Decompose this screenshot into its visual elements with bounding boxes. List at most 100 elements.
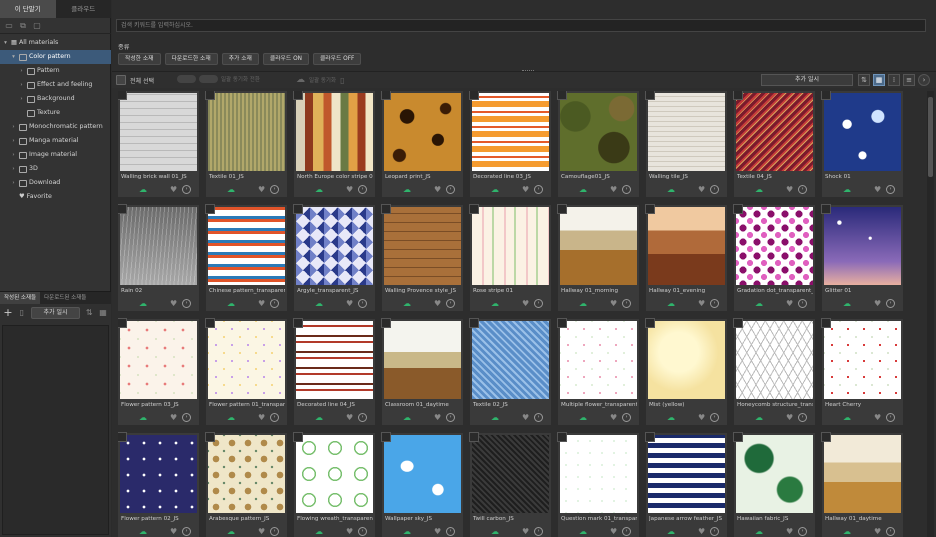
search-input[interactable]: 검색 키워드를 입력하십시오. [116, 19, 926, 32]
filter-downloaded-button[interactable]: 다운로드한 소재 [164, 53, 218, 65]
heart-icon[interactable]: ♥ [786, 185, 793, 194]
scrollbar-thumb[interactable] [928, 97, 933, 177]
cloud-download-icon[interactable]: ☁ [315, 299, 323, 308]
heart-icon[interactable]: ♥ [522, 413, 529, 422]
select-checkbox[interactable] [293, 204, 303, 214]
cloud-download-icon[interactable]: ☁ [315, 185, 323, 194]
select-checkbox[interactable] [293, 318, 303, 328]
chevron-down-icon[interactable]: ▾ [2, 36, 9, 50]
heart-icon[interactable]: ♥ [786, 527, 793, 536]
cloud-download-icon[interactable]: ☁ [579, 185, 587, 194]
chevron-right-icon[interactable]: › [18, 64, 25, 78]
material-card[interactable]: Japanese arrow feather_JS ☁ ♥ › [645, 432, 727, 537]
chevron-right-icon[interactable]: › [10, 176, 17, 190]
more-icon[interactable]: › [270, 299, 279, 308]
tree-item[interactable]: ▾ Color pattern [0, 50, 111, 64]
material-thumbnail[interactable] [824, 321, 901, 399]
chevron-right-icon[interactable]: › [10, 134, 17, 148]
cloud-download-icon[interactable]: ☁ [755, 185, 763, 194]
material-card[interactable]: Walling Provence style_JS ☁ ♥ › [381, 204, 463, 311]
tree-item[interactable]: › Background [0, 92, 111, 106]
material-card[interactable]: Chinese pattern_transparent_JS ☁ ♥ › [205, 204, 287, 311]
tree-item[interactable]: › 3D [0, 162, 111, 176]
material-card[interactable]: Rose stripe 01 ☁ ♥ › [469, 204, 551, 311]
material-thumbnail[interactable] [296, 207, 373, 285]
select-checkbox[interactable] [205, 204, 215, 214]
more-icon[interactable]: › [358, 413, 367, 422]
material-thumbnail[interactable] [208, 435, 285, 513]
cloud-download-icon[interactable]: ☁ [755, 413, 763, 422]
material-card[interactable]: Heart Cherry ☁ ♥ › [821, 318, 903, 425]
material-card[interactable]: Rain 02 ☁ ♥ › [118, 204, 199, 311]
material-card[interactable]: Question mark 01_transparent ☁ ♥ › [557, 432, 639, 537]
select-checkbox[interactable] [381, 318, 391, 328]
tree-item[interactable]: › Effect and feeling [0, 78, 111, 92]
material-card[interactable]: Honeycomb structure_transparent ☁ ♥ › [733, 318, 815, 425]
chevron-right-icon[interactable]: › [18, 92, 25, 106]
material-card[interactable]: Leopard print_JS ☁ ♥ › [381, 91, 463, 197]
more-icon[interactable]: › [446, 413, 455, 422]
select-checkbox[interactable] [469, 432, 479, 442]
chevron-down-icon[interactable]: ▾ [10, 50, 17, 64]
heart-icon[interactable]: ♥ [522, 299, 529, 308]
more-icon[interactable]: › [182, 413, 191, 422]
select-checkbox[interactable] [645, 318, 655, 328]
select-checkbox[interactable] [821, 204, 831, 214]
select-checkbox[interactable] [205, 432, 215, 442]
more-icon[interactable]: › [622, 185, 631, 194]
select-checkbox[interactable] [469, 318, 479, 328]
heart-icon[interactable]: ♥ [874, 413, 881, 422]
more-icon[interactable]: › [886, 413, 895, 422]
more-icon[interactable]: › [270, 185, 279, 194]
more-icon[interactable]: › [446, 185, 455, 194]
material-thumbnail[interactable] [296, 321, 373, 399]
more-icon[interactable]: › [534, 185, 543, 194]
more-icon[interactable]: › [622, 413, 631, 422]
material-thumbnail[interactable] [472, 207, 549, 285]
select-checkbox[interactable] [645, 432, 655, 442]
cloud-download-icon[interactable]: ☁ [403, 527, 411, 536]
more-icon[interactable]: › [358, 527, 367, 536]
heart-icon[interactable]: ♥ [698, 185, 705, 194]
cloud-download-icon[interactable]: ☁ [227, 299, 235, 308]
material-thumbnail[interactable] [648, 435, 725, 513]
more-icon[interactable]: › [446, 299, 455, 308]
heart-icon[interactable]: ♥ [258, 299, 265, 308]
material-card[interactable]: Mist (yellow) ☁ ♥ › [645, 318, 727, 425]
more-icon[interactable]: › [182, 185, 191, 194]
select-checkbox[interactable] [469, 204, 479, 214]
select-checkbox[interactable] [118, 204, 127, 214]
material-thumbnail[interactable] [648, 93, 725, 171]
cloud-download-icon[interactable]: ☁ [403, 299, 411, 308]
more-icon[interactable]: › [446, 527, 455, 536]
heart-icon[interactable]: ♥ [434, 527, 441, 536]
material-thumbnail[interactable] [472, 93, 549, 171]
material-thumbnail[interactable] [120, 207, 197, 285]
material-card[interactable]: Multiple flower_transparent_JS ☁ ♥ › [557, 318, 639, 425]
select-checkbox[interactable] [118, 91, 127, 100]
material-thumbnail[interactable] [208, 93, 285, 171]
more-icon[interactable]: › [182, 299, 191, 308]
material-card[interactable]: Decorated line 03_JS ☁ ♥ › [469, 91, 551, 197]
more-icon[interactable]: › [270, 413, 279, 422]
heart-icon[interactable]: ♥ [610, 413, 617, 422]
cloud-download-icon[interactable]: ☁ [227, 527, 235, 536]
tree-item[interactable]: › Pattern [0, 64, 111, 78]
more-icon[interactable]: › [358, 185, 367, 194]
more-icon[interactable]: › [886, 527, 895, 536]
select-checkbox[interactable] [205, 318, 215, 328]
heart-icon[interactable]: ♥ [170, 527, 177, 536]
cloud-download-icon[interactable]: ☁ [315, 527, 323, 536]
sort-button[interactable]: 추가 일시 [30, 307, 81, 319]
heart-icon[interactable]: ♥ [610, 299, 617, 308]
add-icon[interactable]: + [3, 307, 13, 318]
cloud-download-icon[interactable]: ☁ [491, 527, 499, 536]
cloud-download-icon[interactable]: ☁ [315, 413, 323, 422]
select-checkbox[interactable] [118, 432, 127, 442]
material-thumbnail[interactable] [736, 321, 813, 399]
heart-icon[interactable]: ♥ [346, 413, 353, 422]
select-all[interactable]: 전체 선택 [116, 75, 154, 85]
heart-icon[interactable]: ♥ [434, 299, 441, 308]
heart-icon[interactable]: ♥ [434, 413, 441, 422]
material-thumbnail[interactable] [208, 207, 285, 285]
